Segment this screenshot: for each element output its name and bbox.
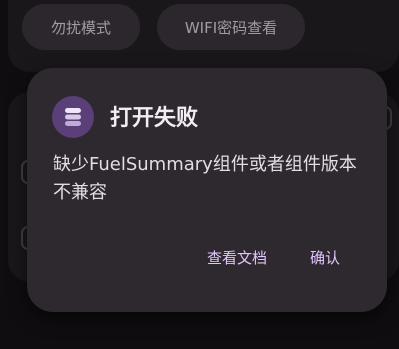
dialog-title: 打开失败 — [110, 106, 199, 131]
dialog-message: 缺少FuelSummary组件或者组件版本不兼容 — [53, 154, 357, 203]
error-dialog: 打开失败 缺少FuelSummary组件或者组件版本不兼容 查看文档 确认 — [27, 68, 387, 312]
stack-layers-icon — [52, 96, 94, 138]
confirm-button[interactable]: 确认 — [310, 247, 340, 268]
view-docs-button[interactable]: 查看文档 — [207, 247, 267, 268]
